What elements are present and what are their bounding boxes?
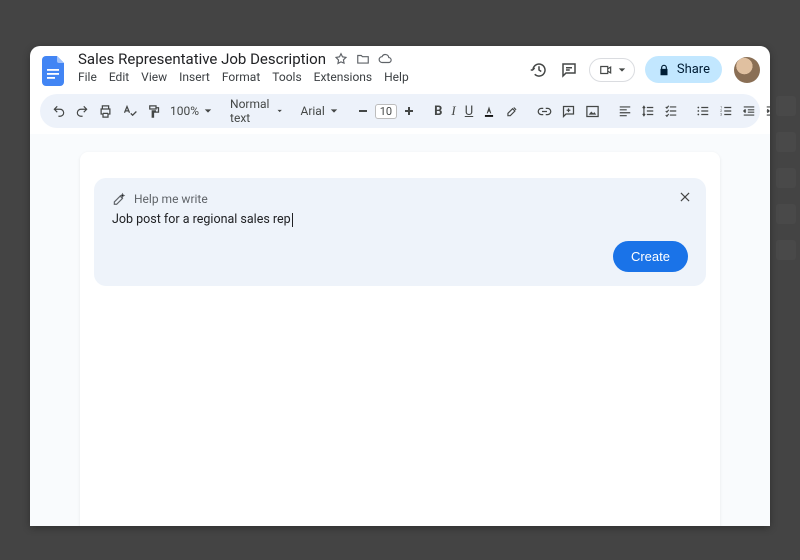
bold-icon[interactable]: B	[434, 104, 442, 119]
sidepanel-item[interactable]	[776, 96, 796, 116]
print-icon[interactable]	[98, 104, 113, 119]
underline-icon[interactable]: U	[465, 104, 473, 119]
menu-view[interactable]: View	[141, 70, 167, 84]
title-bar: Sales Representative Job Description Fil…	[30, 46, 770, 90]
checklist-icon[interactable]	[664, 104, 678, 119]
menu-edit[interactable]: Edit	[109, 70, 129, 84]
docs-window: Sales Representative Job Description Fil…	[30, 46, 770, 526]
help-me-write-title: Help me write	[134, 192, 208, 206]
star-icon[interactable]	[334, 52, 348, 66]
help-me-write-input[interactable]: Job post for a regional sales rep	[112, 212, 688, 227]
toolbar: 100% Normal text Arial 10 B I U 123	[40, 94, 760, 128]
sidepanel-item[interactable]	[776, 240, 796, 260]
menu-file[interactable]: File	[78, 70, 97, 84]
sidepanel-item[interactable]	[776, 132, 796, 152]
chevron-down-icon	[204, 107, 212, 115]
text-color-icon[interactable]	[482, 104, 496, 119]
meet-button[interactable]	[589, 58, 635, 82]
undo-icon[interactable]	[52, 104, 66, 119]
link-icon[interactable]	[537, 104, 552, 119]
avatar[interactable]	[734, 57, 760, 83]
menu-extensions[interactable]: Extensions	[314, 70, 372, 84]
chevron-down-icon	[618, 66, 626, 74]
comments-icon[interactable]	[559, 60, 579, 80]
sidepanel-item[interactable]	[776, 168, 796, 188]
share-label: Share	[677, 62, 710, 77]
chevron-down-icon	[277, 107, 282, 115]
side-panel	[776, 96, 796, 260]
close-icon[interactable]	[678, 190, 692, 204]
share-button[interactable]: Share	[645, 56, 722, 83]
move-icon[interactable]	[356, 52, 370, 66]
chevron-down-icon	[330, 107, 338, 115]
help-me-write-panel: Help me write Job post for a regional sa…	[94, 178, 706, 286]
magic-pencil-icon	[112, 192, 126, 206]
workspace: Help me write Job post for a regional sa…	[30, 134, 770, 526]
increase-indent-icon[interactable]	[765, 104, 770, 119]
font-size-input[interactable]: 10	[375, 104, 397, 119]
docs-icon[interactable]	[40, 54, 68, 88]
menu-bar: File Edit View Insert Format Tools Exten…	[78, 70, 529, 84]
document-page[interactable]: Help me write Job post for a regional sa…	[80, 152, 720, 526]
bulleted-list-icon[interactable]	[696, 104, 710, 119]
redo-icon[interactable]	[75, 104, 89, 119]
svg-text:3: 3	[720, 113, 722, 117]
insert-image-icon[interactable]	[585, 104, 600, 119]
line-spacing-icon[interactable]	[641, 104, 655, 119]
paint-format-icon[interactable]	[146, 104, 161, 119]
menu-help[interactable]: Help	[384, 70, 409, 84]
decrease-indent-icon[interactable]	[742, 104, 756, 119]
menu-format[interactable]: Format	[222, 70, 260, 84]
italic-icon[interactable]: I	[451, 104, 455, 119]
font-dropdown[interactable]: Arial	[300, 104, 337, 118]
paragraph-style-dropdown[interactable]: Normal text	[230, 97, 282, 125]
create-button[interactable]: Create	[613, 241, 688, 272]
doc-title[interactable]: Sales Representative Job Description	[78, 50, 326, 68]
font-size-decrease[interactable]	[356, 104, 371, 119]
font-size-increase[interactable]	[401, 104, 416, 119]
sidepanel-item[interactable]	[776, 204, 796, 224]
spellcheck-icon[interactable]	[122, 104, 137, 119]
menu-tools[interactable]: Tools	[272, 70, 301, 84]
numbered-list-icon[interactable]: 123	[719, 104, 733, 119]
align-icon[interactable]	[618, 104, 632, 119]
add-comment-icon[interactable]	[561, 104, 576, 119]
zoom-dropdown[interactable]: 100%	[170, 104, 212, 118]
highlight-icon[interactable]	[505, 104, 519, 119]
cloud-status-icon[interactable]	[378, 52, 392, 66]
menu-insert[interactable]: Insert	[179, 70, 210, 84]
lock-icon	[657, 63, 671, 77]
text-cursor	[292, 213, 293, 227]
history-icon[interactable]	[529, 60, 549, 80]
